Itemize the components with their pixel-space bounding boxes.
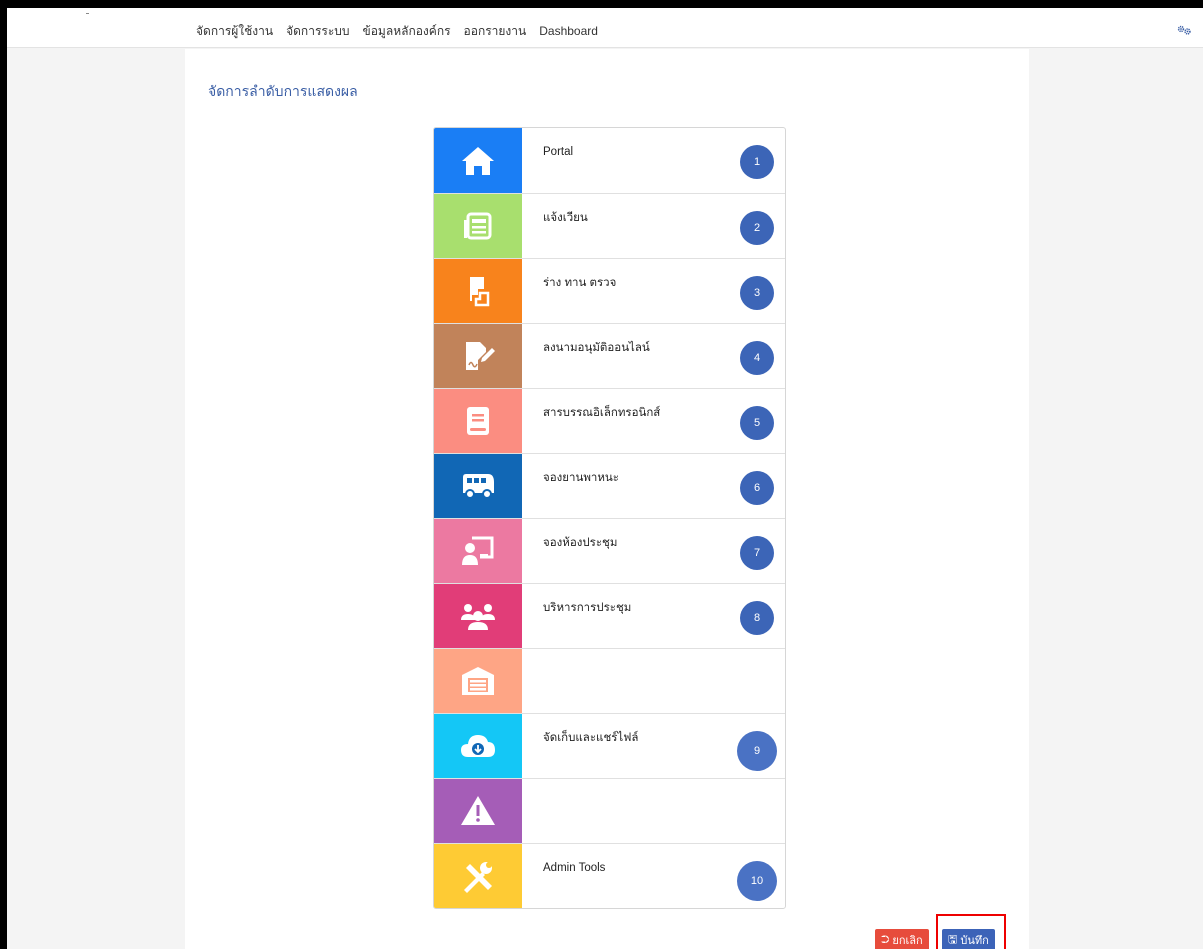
nav-dashboard[interactable]: Dashboard	[539, 23, 598, 39]
module-row-circular[interactable]: แจ้งเวียน 2	[434, 193, 785, 258]
module-tile	[434, 844, 522, 908]
tools-icon	[464, 862, 492, 893]
page-title: จัดการลำดับการแสดงผล	[208, 83, 358, 99]
module-tile	[434, 584, 522, 648]
sign-in-icon: ⮊	[881, 933, 890, 946]
module-tile	[434, 259, 522, 323]
module-row-e-signature[interactable]: ลงนามอนุมัติออนไลน์ 4	[434, 323, 785, 388]
warehouse-icon	[462, 667, 494, 695]
module-tile	[434, 454, 522, 518]
draft-icon	[470, 277, 490, 307]
module-row-e-document[interactable]: สารบรรณอิเล็กทรอนิกส์ 5	[434, 388, 785, 453]
users-icon	[461, 604, 495, 630]
app-frame: จัดการผู้ใช้งาน จัดการระบบ ข้อมูลหลักองค…	[7, 8, 1203, 949]
module-row-draft[interactable]: ร่าง ทาน ตรวจ 3	[434, 258, 785, 323]
order-badge: 2	[740, 211, 774, 245]
signature-icon	[466, 342, 495, 370]
order-badge: 1	[740, 145, 774, 179]
module-label: จองยานพาหนะ	[543, 472, 619, 484]
module-row-file-storage[interactable]: จัดเก็บและแชร์ไฟล์ 9	[434, 713, 785, 778]
van-icon	[463, 474, 494, 499]
home-icon	[462, 146, 494, 175]
module-tile	[434, 649, 522, 713]
cancel-label: ยกเลิก	[892, 935, 923, 947]
module-tile	[434, 128, 522, 193]
module-label: สารบรรณอิเล็กทรอนิกส์	[543, 407, 661, 419]
module-label: จองห้องประชุม	[543, 537, 618, 549]
nav-reports[interactable]: ออกรายงาน	[464, 23, 527, 39]
module-row-admin-tools[interactable]: Admin Tools 10	[434, 843, 785, 908]
order-badge: 9	[737, 731, 777, 771]
module-tile	[434, 714, 522, 778]
presentation-icon	[462, 536, 494, 565]
order-badge: 5	[740, 406, 774, 440]
cancel-button[interactable]: ⮊ ยกเลิก	[875, 929, 929, 949]
main-content: จัดการลำดับการแสดงผล Portal 1 แจ้งเวียน …	[185, 49, 1029, 949]
module-tile	[434, 779, 522, 843]
module-tile	[434, 324, 522, 388]
newspaper-icon	[464, 212, 492, 240]
warning-icon	[461, 796, 495, 825]
order-badge: 8	[740, 601, 774, 635]
book-icon	[467, 407, 489, 435]
order-badge: 6	[740, 471, 774, 505]
save-button[interactable]: 🖫 บันทึก	[942, 929, 995, 949]
nav-system-management[interactable]: จัดการระบบ	[286, 23, 349, 39]
module-row-warning[interactable]	[434, 778, 785, 843]
module-row-warehouse[interactable]	[434, 648, 785, 713]
navbar-mark	[86, 13, 89, 14]
module-tile	[434, 194, 522, 258]
module-label: Admin Tools	[543, 862, 606, 874]
order-badge: 7	[740, 536, 774, 570]
top-navbar: จัดการผู้ใช้งาน จัดการระบบ ข้อมูลหลักองค…	[7, 8, 1203, 48]
module-tile	[434, 389, 522, 453]
floppy-disk-icon: 🖫	[948, 933, 958, 946]
module-row-vehicle-booking[interactable]: จองยานพาหนะ 6	[434, 453, 785, 518]
module-tile	[434, 519, 522, 583]
save-label: บันทึก	[960, 935, 989, 947]
module-label: จัดเก็บและแชร์ไฟล์	[543, 732, 639, 744]
module-label: บริหารการประชุม	[543, 602, 632, 614]
module-order-list: Portal 1 แจ้งเวียน 2 ร่าง ทาน ตรวจ 3 ลงน…	[433, 127, 786, 909]
order-badge: 3	[740, 276, 774, 310]
module-row-meeting-management[interactable]: บริหารการประชุม 8	[434, 583, 785, 648]
module-label: ร่าง ทาน ตรวจ	[543, 277, 617, 289]
module-label: ลงนามอนุมัติออนไลน์	[543, 342, 650, 354]
module-row-room-booking[interactable]: จองห้องประชุม 7	[434, 518, 785, 583]
gears-icon[interactable]	[1177, 25, 1191, 35]
module-label: Portal	[543, 146, 574, 158]
module-row-portal[interactable]: Portal 1	[434, 128, 785, 193]
order-badge: 4	[740, 341, 774, 375]
main-menu: จัดการผู้ใช้งาน จัดการระบบ ข้อมูลหลักองค…	[196, 23, 611, 39]
nav-organization-data[interactable]: ข้อมูลหลักองค์กร	[363, 23, 451, 39]
order-badge: 10	[737, 861, 777, 901]
cloud-download-icon	[461, 735, 495, 757]
module-label: แจ้งเวียน	[543, 212, 588, 224]
nav-user-management[interactable]: จัดการผู้ใช้งาน	[196, 23, 273, 39]
